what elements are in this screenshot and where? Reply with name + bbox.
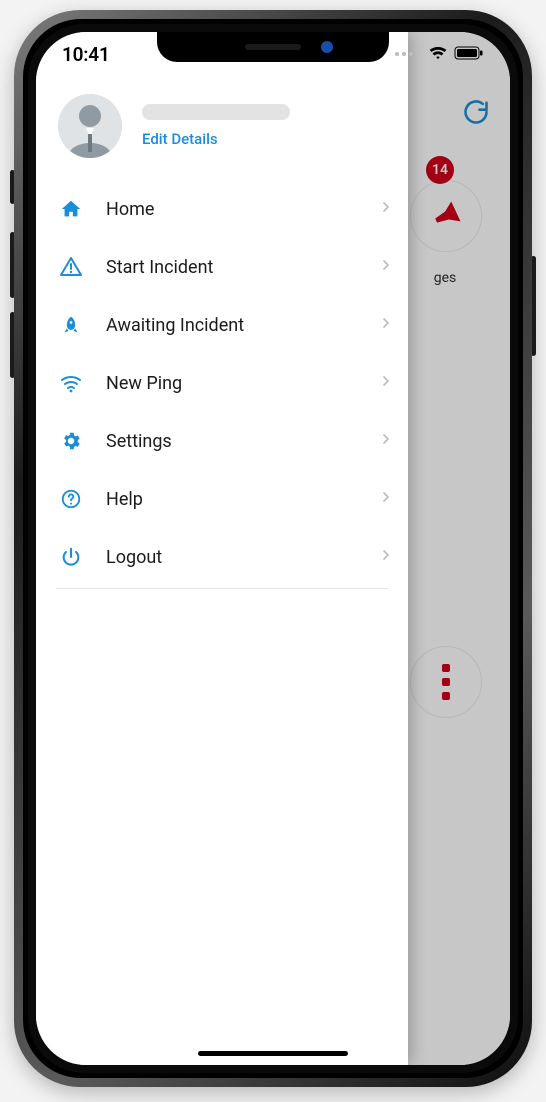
menu-item-settings[interactable]: Settings: [36, 412, 408, 470]
chevron-right-icon: [378, 199, 394, 219]
power-icon: [58, 544, 84, 570]
menu-item-new-ping[interactable]: New Ping: [36, 354, 408, 412]
status-time: 10:41: [62, 43, 110, 66]
side-drawer: Edit Details Home: [36, 32, 408, 1065]
chevron-right-icon: [378, 489, 394, 509]
chevron-right-icon: [378, 257, 394, 277]
battery-status-icon: [454, 45, 484, 64]
help-icon: [58, 486, 84, 512]
gear-icon: [58, 428, 84, 454]
menu-item-home[interactable]: Home: [36, 180, 408, 238]
bezel-inner: 14 ges: [28, 24, 518, 1073]
warning-triangle-icon: [58, 254, 84, 280]
chevron-right-icon: [378, 547, 394, 567]
menu-item-help[interactable]: Help: [36, 470, 408, 528]
menu-item-start-incident[interactable]: Start Incident: [36, 238, 408, 296]
rocket-icon: [58, 312, 84, 338]
edit-details-link[interactable]: Edit Details: [142, 130, 290, 148]
menu-label: New Ping: [106, 373, 356, 394]
menu-label: Help: [106, 489, 356, 510]
menu-item-awaiting-incident[interactable]: Awaiting Incident: [36, 296, 408, 354]
home-icon: [58, 196, 84, 222]
menu-label: Start Incident: [106, 257, 356, 278]
front-camera: [321, 41, 333, 53]
menu-label: Home: [106, 199, 356, 220]
speaker-grille: [245, 44, 301, 50]
chevron-right-icon: [378, 315, 394, 335]
cellular-no-sim-icon: [395, 52, 420, 56]
chevron-right-icon: [378, 431, 394, 451]
chevron-right-icon: [378, 373, 394, 393]
phone-frame: 14 ges: [0, 0, 546, 1102]
menu-label: Awaiting Incident: [106, 315, 356, 336]
wifi-icon: [58, 370, 84, 396]
wifi-status-icon: [428, 42, 448, 66]
notch: [157, 32, 389, 62]
menu-label: Settings: [106, 431, 356, 452]
menu-separator: [56, 588, 388, 589]
home-indicator[interactable]: [198, 1051, 348, 1056]
screen: 14 ges: [36, 32, 510, 1065]
menu-label: Logout: [106, 547, 356, 568]
menu-list: Home Start Incident: [36, 180, 408, 586]
avatar[interactable]: [58, 94, 122, 158]
profile-name-placeholder: [142, 104, 290, 120]
menu-item-logout[interactable]: Logout: [36, 528, 408, 586]
